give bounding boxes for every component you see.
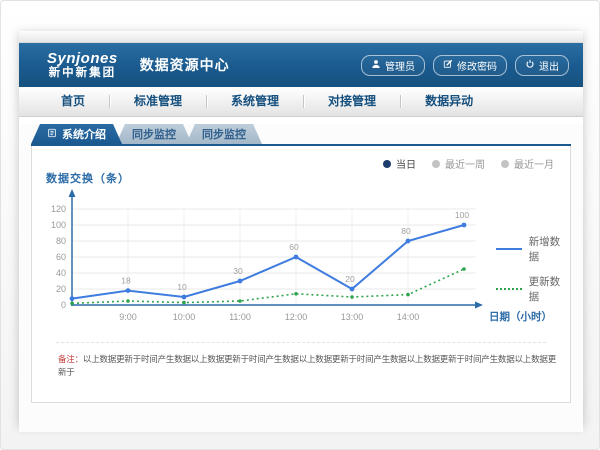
svg-text:80: 80: [56, 236, 66, 246]
tab-label: 系统介绍: [62, 126, 106, 142]
note-text: 以上数据更新于时间产生数据以上数据更新于时间产生数据以上数据更新于时间产生数据以…: [58, 354, 556, 377]
page-title: 数据资源中心: [140, 55, 230, 75]
svg-text:40: 40: [56, 268, 66, 278]
radio-label: 最近一月: [514, 156, 554, 171]
y-axis-title: 数据交换（条）: [46, 170, 130, 186]
legend-item: 更新数据: [496, 274, 570, 304]
tab-bar: 系统介绍 同步监控 同步监控: [31, 124, 583, 144]
app-window: Synjones 新中新集团 数据资源中心 管理员 修改密码: [19, 31, 583, 425]
main-nav: 首页 标准管理 系统管理 对接管理 数据异动: [19, 87, 583, 117]
content-area: 系统介绍 同步监控 同步监控 当日 最近一: [19, 124, 583, 432]
svg-text:日期（小时）: 日期（小时）: [489, 310, 552, 323]
logout-label: 退出: [539, 58, 559, 73]
svg-text:20: 20: [345, 274, 355, 284]
tab-sync-monitor-1[interactable]: 同步监控: [116, 124, 192, 144]
logo-subtext: 新中新集团: [47, 67, 118, 79]
user-icon: [371, 59, 381, 72]
line-chart: 0 20 40 60 80 100 120 9:00 10:00 11:00 12:00 13:00 1…: [32, 186, 572, 336]
nav-item-system-mgmt[interactable]: 系统管理: [207, 87, 303, 116]
svg-text:18: 18: [121, 276, 131, 286]
dotted-line-swatch: [496, 288, 522, 290]
radio-label: 当日: [396, 156, 416, 171]
logout-button[interactable]: 退出: [515, 55, 569, 76]
svg-text:60: 60: [289, 242, 299, 252]
tab-label: 同步监控: [132, 126, 176, 142]
svg-text:13:00: 13:00: [341, 312, 364, 322]
svg-text:0: 0: [61, 300, 66, 310]
svg-text:60: 60: [56, 252, 66, 262]
note-prefix: 备注：: [58, 354, 83, 364]
panel-divider: [56, 342, 546, 343]
power-icon: [525, 59, 535, 72]
time-filter-option[interactable]: 当日: [383, 156, 416, 171]
svg-text:9:00: 9:00: [119, 312, 137, 322]
chart-panel: 当日 最近一周 最近一月 数据交换（条） 0 20 40 60 80 100 120 9:00…: [31, 146, 571, 403]
svg-text:30: 30: [233, 266, 243, 276]
radio-label: 最近一周: [445, 156, 485, 171]
time-filter-option[interactable]: 最近一周: [432, 156, 485, 171]
svg-text:20: 20: [56, 284, 66, 294]
radio-icon: [383, 160, 391, 168]
nav-item-data-change[interactable]: 数据异动: [401, 87, 497, 116]
svg-text:100: 100: [455, 210, 469, 220]
tab-system-intro[interactable]: 系统介绍: [31, 124, 122, 144]
legend-label: 更新数据: [529, 274, 570, 304]
svg-text:14:00: 14:00: [397, 312, 420, 322]
document-icon: [47, 128, 57, 141]
time-filter-group: 当日 最近一周 最近一月: [383, 156, 554, 171]
admin-user-button[interactable]: 管理员: [361, 55, 425, 76]
svg-text:11:00: 11:00: [229, 312, 251, 322]
svg-text:100: 100: [51, 220, 66, 230]
footer-note: 备注：以上数据更新于时间产生数据以上数据更新于时间产生数据以上数据更新于时间产生…: [58, 353, 556, 379]
svg-text:10:00: 10:00: [173, 312, 196, 322]
change-password-button[interactable]: 修改密码: [433, 55, 507, 76]
chart-legend: 新增数据更新数据: [496, 234, 570, 304]
window-top-strip: [19, 31, 583, 43]
admin-user-label: 管理员: [385, 58, 415, 73]
change-password-label: 修改密码: [457, 58, 497, 73]
svg-text:12:00: 12:00: [285, 312, 308, 322]
legend-label: 新增数据: [529, 234, 570, 264]
app-header: Synjones 新中新集团 数据资源中心 管理员 修改密码: [19, 43, 583, 87]
radio-icon: [501, 160, 509, 168]
nav-item-home[interactable]: 首页: [37, 87, 109, 116]
svg-text:80: 80: [401, 226, 411, 236]
solid-line-swatch: [496, 248, 522, 250]
legend-item: 新增数据: [496, 234, 570, 264]
header-actions: 管理员 修改密码 退出: [361, 55, 569, 76]
page-background: Synjones 新中新集团 数据资源中心 管理员 修改密码: [0, 0, 600, 450]
brand: Synjones 新中新集团 数据资源中心: [47, 51, 230, 79]
company-logo: Synjones 新中新集团: [47, 51, 118, 79]
svg-text:120: 120: [51, 204, 66, 214]
time-filter-option[interactable]: 最近一月: [501, 156, 554, 171]
edit-icon: [443, 59, 453, 72]
radio-icon: [432, 160, 440, 168]
svg-text:10: 10: [177, 282, 187, 292]
nav-item-standard-mgmt[interactable]: 标准管理: [110, 87, 206, 116]
tab-sync-monitor-2[interactable]: 同步监控: [186, 124, 262, 144]
nav-item-interface-mgmt[interactable]: 对接管理: [304, 87, 400, 116]
logo-text: Synjones: [47, 51, 118, 67]
tab-label: 同步监控: [202, 126, 246, 142]
